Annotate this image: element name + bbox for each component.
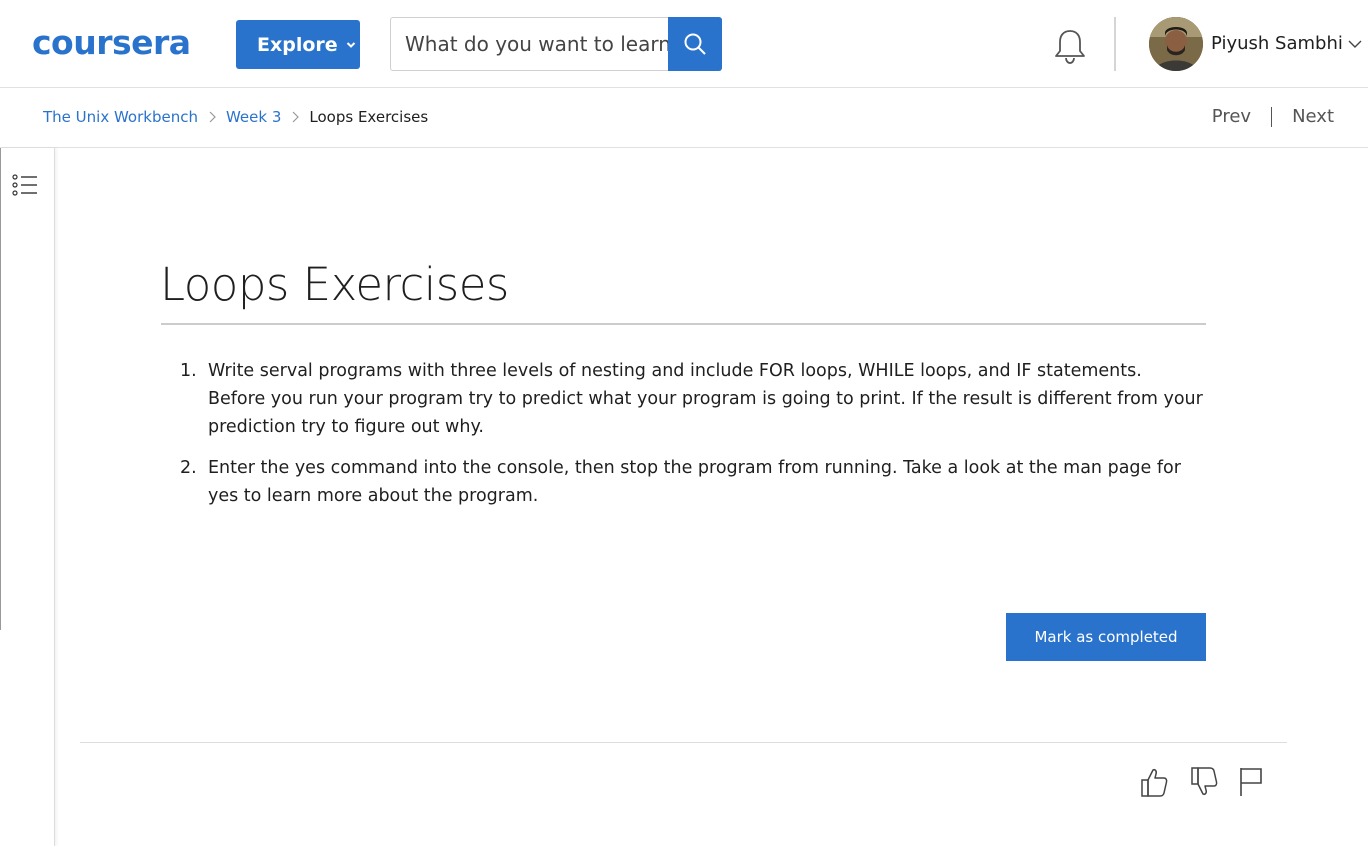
user-name[interactable]: Piyush Sambhi — [1211, 33, 1343, 54]
breadcrumb-course[interactable]: The Unix Workbench — [43, 108, 198, 126]
mark-completed-button[interactable]: Mark as completed — [1006, 613, 1206, 661]
avatar[interactable] — [1149, 17, 1203, 71]
list-item-text: Write serval programs with three levels … — [208, 361, 1203, 437]
chevron-down-icon — [346, 41, 355, 48]
breadcrumb-week[interactable]: Week 3 — [226, 108, 281, 126]
search-icon — [684, 33, 706, 55]
bell-icon[interactable] — [1052, 27, 1088, 65]
list-item-text: Enter the yes command into the console, … — [208, 458, 1181, 506]
explore-button[interactable]: Explore — [236, 20, 360, 69]
search-button[interactable] — [668, 17, 722, 71]
breadcrumb-bar: The Unix Workbench Week 3 Loops Exercise… — [0, 88, 1368, 148]
explore-label: Explore — [257, 33, 338, 56]
list-item-number: 1. — [180, 361, 197, 381]
prev-link[interactable]: Prev — [1212, 106, 1251, 127]
coursera-logo[interactable]: coursera — [32, 26, 191, 59]
list-item-number: 2. — [180, 458, 197, 478]
avatar-image — [1149, 17, 1203, 71]
page-title: Loops Exercises — [160, 258, 509, 311]
title-divider — [161, 323, 1206, 325]
flag-icon[interactable] — [1237, 766, 1267, 798]
left-rail — [0, 148, 55, 846]
nav-divider — [1271, 106, 1273, 127]
top-header: coursera Explore Piyush Sambhi — [0, 0, 1368, 88]
rail-edge — [0, 148, 1, 630]
toc-list-icon[interactable] — [12, 173, 38, 197]
chevron-down-icon[interactable] — [1348, 38, 1362, 50]
breadcrumb-current: Loops Exercises — [309, 108, 429, 126]
header-divider — [1114, 17, 1116, 71]
next-link[interactable]: Next — [1292, 106, 1334, 127]
prev-next-nav: Prev Next — [1212, 106, 1334, 127]
list-item: 1. Write serval programs with three leve… — [180, 357, 1204, 441]
search-input[interactable] — [391, 18, 668, 70]
chevron-right-icon — [292, 111, 300, 123]
thumbs-up-icon[interactable] — [1139, 766, 1169, 798]
chevron-right-icon — [209, 111, 216, 123]
exercise-list: 1. Write serval programs with three leve… — [180, 357, 1204, 523]
list-item: 2. Enter the yes command into the consol… — [180, 454, 1204, 510]
search-box — [390, 17, 668, 71]
footer-divider — [80, 742, 1287, 743]
thumbs-down-icon[interactable] — [1189, 766, 1219, 798]
breadcrumb: The Unix Workbench Week 3 Loops Exercise… — [43, 108, 428, 126]
